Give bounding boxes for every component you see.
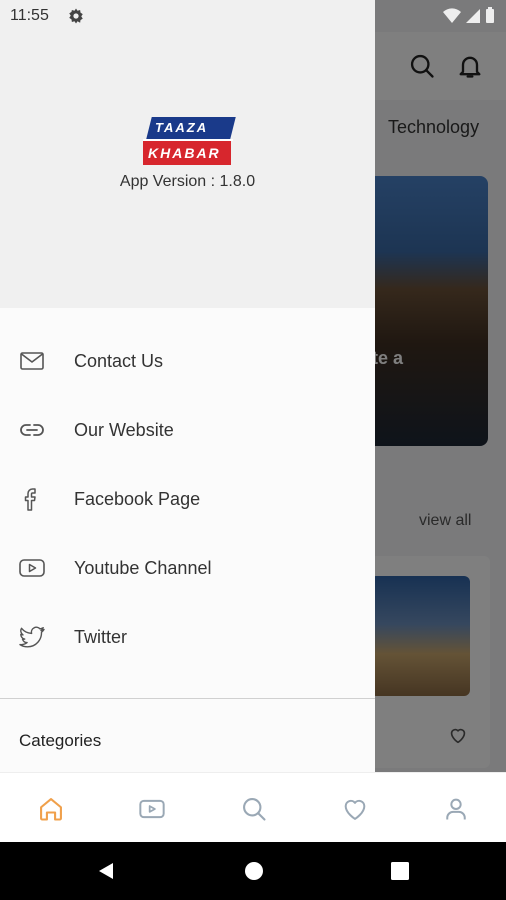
wifi-icon [443,8,461,23]
menu-label: Our Website [74,420,174,440]
menu-item-our-website[interactable]: Our Website [0,396,375,465]
status-bar: 11:55 [0,0,375,32]
menu-item-twitter[interactable]: Twitter [0,603,375,672]
facebook-icon [24,488,36,511]
menu-label: Contact Us [74,351,164,371]
app-version: App Version : 1.8.0 [119,173,256,190]
twitter-icon [19,626,45,648]
system-navigation-bar [0,842,506,900]
back-icon[interactable] [96,861,116,881]
status-time: 11:55 [10,7,49,24]
bottom-navigation [0,772,506,842]
menu-item-facebook-page[interactable]: Facebook Page [0,465,375,534]
search-icon[interactable] [240,795,268,823]
user-icon[interactable] [442,795,470,823]
logo-line-1: TAAZA [155,120,209,135]
recents-icon[interactable] [390,861,410,881]
logo-line-2: KHABAR [148,145,221,161]
signal-icon [466,9,480,23]
gear-icon [69,8,83,24]
home-button-icon[interactable] [244,861,264,881]
link-icon [20,424,44,436]
drawer-divider [0,698,375,699]
app-logo: TAAZA KHABAR [143,117,236,165]
menu-label: Twitter [74,627,128,647]
heart-icon[interactable] [341,795,369,823]
menu-item-youtube-channel[interactable]: Youtube Channel [0,534,375,603]
drawer-header: 11:55 TAAZA KHABAR App Version : 1.8.0 [0,0,375,308]
categories-section-title[interactable]: Categories [19,731,101,751]
navigation-drawer: 11:55 TAAZA KHABAR App Version : 1.8.0 C… [0,0,375,772]
menu-item-contact-us[interactable]: Contact Us [0,327,375,396]
home-icon[interactable] [37,795,65,823]
battery-icon [486,9,494,23]
youtube-icon [19,559,45,577]
menu-label: Youtube Channel [74,558,212,578]
video-icon[interactable] [138,795,166,823]
mail-icon [20,352,44,370]
status-icons [443,7,494,23]
menu-label: Facebook Page [74,489,201,509]
